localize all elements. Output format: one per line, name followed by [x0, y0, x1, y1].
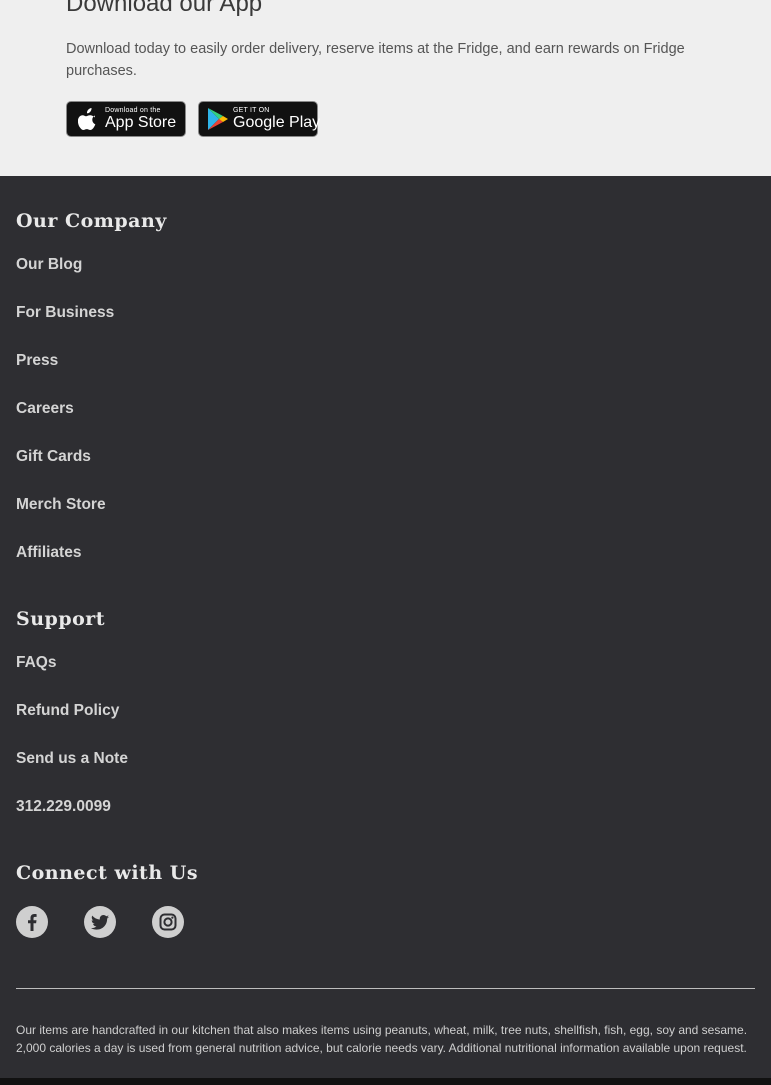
- google-play-button[interactable]: GET IT ON Google Play: [198, 101, 321, 137]
- connect-title: Connect with Us: [16, 862, 199, 884]
- twitter-icon: [91, 914, 109, 930]
- footer: Our Company Our Blog For Business Press …: [0, 176, 771, 1085]
- footer-link-refund-policy[interactable]: Refund Policy: [16, 702, 119, 720]
- footer-link-merch-store[interactable]: Merch Store: [16, 496, 106, 514]
- instagram-icon: [159, 913, 177, 931]
- footer-link-gift-cards[interactable]: Gift Cards: [16, 448, 91, 466]
- footer-link-press[interactable]: Press: [16, 352, 58, 370]
- facebook-icon: [27, 913, 37, 931]
- footer-link-faqs[interactable]: FAQs: [16, 654, 56, 672]
- footer-link-send-note[interactable]: Send us a Note: [16, 750, 128, 768]
- google-play-label: Google Play: [233, 114, 321, 131]
- download-app-section: Download our App Download today to easil…: [0, 0, 771, 176]
- bottom-bar: [0, 1078, 771, 1085]
- google-play-icon: [207, 107, 229, 131]
- our-company-title: Our Company: [16, 210, 167, 232]
- support-title: Support: [16, 608, 106, 630]
- app-store-label: App Store: [105, 114, 177, 131]
- twitter-button[interactable]: [84, 906, 116, 938]
- footer-link-phone[interactable]: 312.229.0099: [16, 798, 111, 816]
- footer-link-our-blog[interactable]: Our Blog: [16, 256, 82, 274]
- google-play-small-label: GET IT ON: [233, 107, 270, 114]
- allergen-disclaimer: Our items are handcrafted in our kitchen…: [16, 1023, 748, 1055]
- app-store-button[interactable]: Download on the App Store: [66, 101, 186, 137]
- footer-divider: [16, 988, 755, 989]
- apple-icon: [75, 108, 101, 130]
- footer-link-affiliates[interactable]: Affiliates: [16, 544, 81, 562]
- facebook-button[interactable]: [16, 906, 48, 938]
- footer-link-for-business[interactable]: For Business: [16, 304, 114, 322]
- app-store-small-label: Download on the: [105, 107, 161, 114]
- footer-link-careers[interactable]: Careers: [16, 400, 74, 418]
- download-app-title: Download our App: [66, 0, 263, 17]
- download-app-description: Download today to easily order delivery,…: [66, 41, 685, 79]
- instagram-button[interactable]: [152, 906, 184, 938]
